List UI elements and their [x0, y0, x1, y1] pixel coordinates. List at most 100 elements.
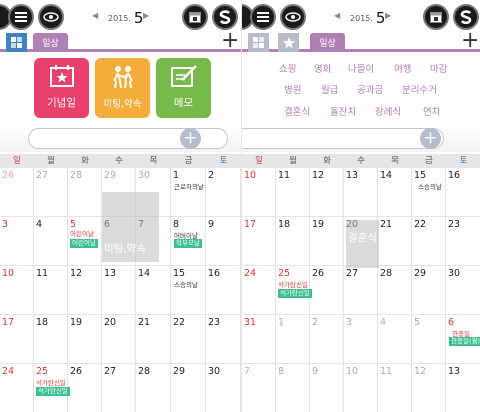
day-cell[interactable]: 12	[68, 266, 102, 315]
day-cell[interactable]: 9	[206, 217, 241, 266]
tab-favorite[interactable]	[278, 33, 299, 52]
today-button[interactable]	[423, 4, 449, 30]
day-cell[interactable]: 29	[171, 364, 206, 412]
day-cell[interactable]: 26	[68, 364, 102, 412]
year-month-label[interactable]: 2015. 5	[350, 7, 385, 27]
day-cell[interactable]: 14	[136, 266, 171, 315]
day-cell[interactable]: 31	[242, 315, 276, 364]
day-cell[interactable]: 10	[344, 364, 378, 412]
category-item[interactable]: 여행	[394, 61, 411, 75]
day-cell[interactable]: 13	[446, 364, 480, 412]
day-cell[interactable]: 17	[242, 217, 276, 266]
day-cell[interactable]: 23	[446, 217, 480, 266]
day-cell[interactable]: 28	[378, 266, 412, 315]
next-month-arrow[interactable]: ▶	[385, 11, 391, 20]
day-cell[interactable]: 3	[0, 217, 34, 266]
sync-button[interactable]	[453, 4, 479, 30]
day-cell[interactable]: 9	[310, 364, 344, 412]
meeting-button[interactable]: 미팅,약속	[95, 58, 150, 118]
day-cell[interactable]: 14	[378, 168, 412, 217]
day-cell[interactable]: 30	[446, 266, 480, 315]
day-cell[interactable]: 27	[102, 364, 136, 412]
event-tag[interactable]: 현충일(월)	[449, 337, 480, 346]
day-cell[interactable]: 15	[171, 266, 206, 315]
search-add-button[interactable]: +	[180, 128, 201, 149]
tab-daily[interactable]: 일상	[33, 33, 68, 52]
anniversary-button[interactable]: 기념일	[34, 58, 89, 118]
day-cell[interactable]: 5	[412, 315, 446, 364]
category-item[interactable]: 영화	[314, 61, 331, 75]
day-cell[interactable]: 18	[34, 315, 68, 364]
day-cell[interactable]: 12	[412, 364, 446, 412]
day-cell[interactable]: 23	[206, 315, 241, 364]
day-cell[interactable]: 28	[68, 168, 102, 217]
event-label[interactable]: 석가탄신일	[278, 279, 308, 289]
day-cell[interactable]: 13	[344, 168, 378, 217]
year-month-label[interactable]: 2015. 5	[108, 7, 143, 27]
memo-button[interactable]: 메모	[156, 58, 211, 118]
sync-button[interactable]	[212, 4, 238, 30]
day-cell[interactable]: 24	[242, 266, 276, 315]
day-cell[interactable]: 3	[344, 315, 378, 364]
category-item[interactable]: 연차	[423, 104, 440, 118]
category-item[interactable]: 결혼식	[284, 104, 310, 118]
event-tag[interactable]: 석가탄신일	[278, 289, 312, 298]
day-cell[interactable]: 1	[171, 168, 206, 217]
day-cell[interactable]: 2	[310, 315, 344, 364]
day-cell[interactable]: 28	[136, 364, 171, 412]
event-label[interactable]: 스승의날	[418, 181, 442, 191]
category-item[interactable]: 마감	[430, 61, 447, 75]
day-cell[interactable]: 16	[206, 266, 241, 315]
day-cell[interactable]: 1	[276, 315, 310, 364]
day-cell[interactable]: 10	[242, 168, 276, 217]
day-cell[interactable]: 16	[446, 168, 480, 217]
day-cell[interactable]: 11	[276, 168, 310, 217]
day-cell[interactable]: 26	[310, 266, 344, 315]
day-cell[interactable]: 17	[0, 315, 34, 364]
day-cell[interactable]: 13	[102, 266, 136, 315]
day-cell[interactable]: 18	[276, 217, 310, 266]
day-cell[interactable]: 10	[0, 266, 34, 315]
category-item[interactable]: 장례식	[375, 104, 401, 118]
day-cell[interactable]: 29	[412, 266, 446, 315]
day-cell[interactable]: 20	[102, 315, 136, 364]
tab-all[interactable]	[6, 33, 27, 52]
day-cell[interactable]: 12	[310, 168, 344, 217]
day-cell[interactable]: 11	[34, 266, 68, 315]
day-cell[interactable]: 19	[68, 315, 102, 364]
category-item[interactable]: 분리수거	[402, 82, 437, 96]
category-item[interactable]: 공과금	[357, 82, 383, 96]
day-cell[interactable]: 27	[34, 168, 68, 217]
day-cell[interactable]: 4	[378, 315, 412, 364]
event-label[interactable]: 근로자의날	[174, 181, 204, 191]
add-tab-button[interactable]: +	[461, 29, 479, 53]
category-item[interactable]: 병원	[284, 82, 301, 96]
search-input[interactable]	[242, 128, 444, 149]
view-button[interactable]	[280, 4, 306, 30]
today-button[interactable]	[182, 4, 208, 30]
day-cell[interactable]: 2	[206, 168, 241, 217]
day-cell[interactable]: 4	[34, 217, 68, 266]
day-cell[interactable]: 8	[276, 364, 310, 412]
menu-button[interactable]	[250, 4, 276, 30]
tab-all[interactable]	[248, 33, 269, 52]
day-cell[interactable]: 24	[0, 364, 34, 412]
day-cell[interactable]: 22	[412, 217, 446, 266]
day-cell[interactable]: 22	[171, 315, 206, 364]
search-add-button[interactable]: +	[420, 128, 441, 149]
day-cell[interactable]: 15	[412, 168, 446, 217]
category-item[interactable]: 나들이	[348, 61, 374, 75]
event-tag[interactable]: 어린이날	[70, 239, 98, 248]
event-tag[interactable]: 학부모날	[174, 239, 202, 248]
event-label[interactable]: 스승의날	[174, 279, 198, 289]
day-cell[interactable]: 11	[378, 364, 412, 412]
next-month-arrow[interactable]: ▶	[143, 11, 149, 20]
day-cell[interactable]: 30	[206, 364, 241, 412]
drag-overlay[interactable]: 미팅,약속	[102, 192, 159, 262]
day-cell[interactable]: 27	[344, 266, 378, 315]
day-cell[interactable]: 21	[378, 217, 412, 266]
prev-month-arrow[interactable]: ◀	[92, 11, 98, 20]
day-cell[interactable]: 26	[0, 168, 34, 217]
add-tab-button[interactable]: +	[221, 29, 239, 53]
view-button[interactable]	[38, 4, 64, 30]
